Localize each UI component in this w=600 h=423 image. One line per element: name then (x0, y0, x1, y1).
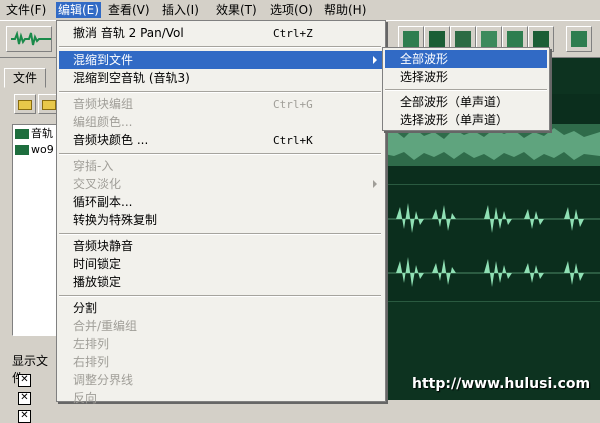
db-icon (571, 31, 587, 47)
effect-icon (481, 31, 497, 47)
shortcut-group: Ctrl+G (273, 98, 313, 111)
wave-file-icon (15, 145, 29, 155)
menu-separator (59, 46, 381, 48)
menu-effects[interactable]: 效果(T) (214, 2, 259, 18)
menu-item-block-mute[interactable]: 音频块静音 (73, 237, 133, 255)
menu-view[interactable]: 查看(V) (106, 2, 152, 18)
menu-item-split[interactable]: 分割 (73, 299, 97, 317)
waveform-icon (11, 31, 51, 46)
menu-item-merge: 合并/重编组 (73, 319, 138, 333)
submenu-arrow-icon (373, 180, 377, 188)
effect-icon (507, 31, 523, 47)
menu-edit[interactable]: 编辑(E) (56, 2, 101, 18)
menu-separator (59, 295, 381, 297)
track-2[interactable] (384, 185, 600, 302)
menu-item-align-left: 左排列 (73, 337, 110, 351)
submenu-arrow-icon (373, 56, 377, 64)
filter-checkbox[interactable]: ✕ (18, 392, 31, 405)
menu-item-mixdown-to-file[interactable]: 混缩到文件 (59, 51, 383, 69)
meter-icon (429, 31, 445, 47)
open-folder-button[interactable] (14, 94, 36, 114)
watermark: http://www.hulusi.com (412, 376, 591, 392)
file-list[interactable]: 音轨 wo9 (12, 124, 58, 336)
waveform-icon (403, 31, 419, 47)
list-item[interactable]: 音轨 (15, 127, 53, 141)
file-name: wo9 (31, 143, 54, 156)
menu-item-lock-in-time[interactable]: 时间锁定 (73, 255, 121, 273)
menu-bar: 文件(F) 编辑(E) 查看(V) 插入(I) 效果(T) 选项(O) 帮助(H… (0, 0, 600, 20)
submenu-item-selected-waveforms[interactable]: 选择波形 (400, 68, 448, 86)
menu-item-lock-for-play[interactable]: 播放锁定 (73, 273, 121, 291)
db-button[interactable] (566, 26, 592, 52)
mixdown-submenu: 全部波形 选择波形 全部波形（单声道） 选择波形（单声道） (382, 47, 550, 131)
menu-item-group-blocks: 音频块编组 (73, 97, 134, 111)
submenu-item-all-waveforms[interactable]: 全部波形 (385, 50, 547, 68)
filter-checkbox[interactable]: ✕ (18, 374, 31, 387)
effect-icon (455, 31, 471, 47)
submenu-item-selected-waveforms-mono[interactable]: 选择波形（单声道） (400, 111, 508, 129)
filter-checkbox[interactable]: ✕ (18, 410, 31, 423)
menu-item-align-right: 右排列 (73, 355, 110, 369)
menu-item-convert-unique-copy[interactable]: 转换为特殊复制 (73, 211, 157, 229)
file-name: 音轨 (31, 127, 53, 140)
menu-item-mixdown-to-track[interactable]: 混缩到空音轨 (音轨3) (73, 69, 190, 87)
folder-icon (18, 100, 32, 110)
wave-file-icon (15, 129, 29, 139)
menu-separator (59, 91, 381, 93)
menu-help[interactable]: 帮助(H) (322, 2, 368, 18)
menu-item-adjust-boundary: 调整分界线 (73, 373, 134, 387)
menu-item-punch-in: 穿插-入 (73, 159, 114, 173)
menu-separator (59, 153, 381, 155)
menu-options[interactable]: 选项(O) (268, 2, 315, 18)
tab-file[interactable]: 文件 (4, 68, 46, 88)
waveform-view-button[interactable] (6, 26, 52, 52)
waveform-display (384, 203, 600, 287)
menu-item-group-color: 编组颜色... (73, 115, 133, 129)
shortcut-block-color: Ctrl+K (273, 134, 313, 147)
menu-separator (385, 89, 547, 91)
menu-item-crossfade: 交叉淡化 (73, 177, 122, 191)
list-item[interactable]: wo9 (15, 143, 54, 157)
menu-file[interactable]: 文件(F) (4, 2, 48, 18)
menu-item-reverse: 反向 (73, 391, 98, 405)
menu-item-loop-duplicate[interactable]: 循环副本... (73, 193, 132, 211)
menu-insert[interactable]: 插入(I) (160, 2, 201, 18)
effect-icon (533, 31, 549, 47)
menu-item-undo[interactable]: 撤消 音轨 2 Pan/Vol (73, 24, 373, 42)
menu-item-block-color[interactable]: 音频块颜色 ... (73, 131, 148, 149)
submenu-item-all-waveforms-mono[interactable]: 全部波形（单声道） (400, 93, 508, 111)
file-panel: 文件 音轨 wo9 显示文件 ✕ ✕ ✕ (0, 58, 60, 423)
menu-separator (59, 233, 381, 235)
edit-menu: 撤消 音轨 2 Pan/Vol Ctrl+Z 混缩到文件 混缩到空音轨 (音轨3… (56, 20, 386, 405)
folder-icon (42, 100, 56, 110)
shortcut-undo: Ctrl+Z (273, 27, 313, 40)
